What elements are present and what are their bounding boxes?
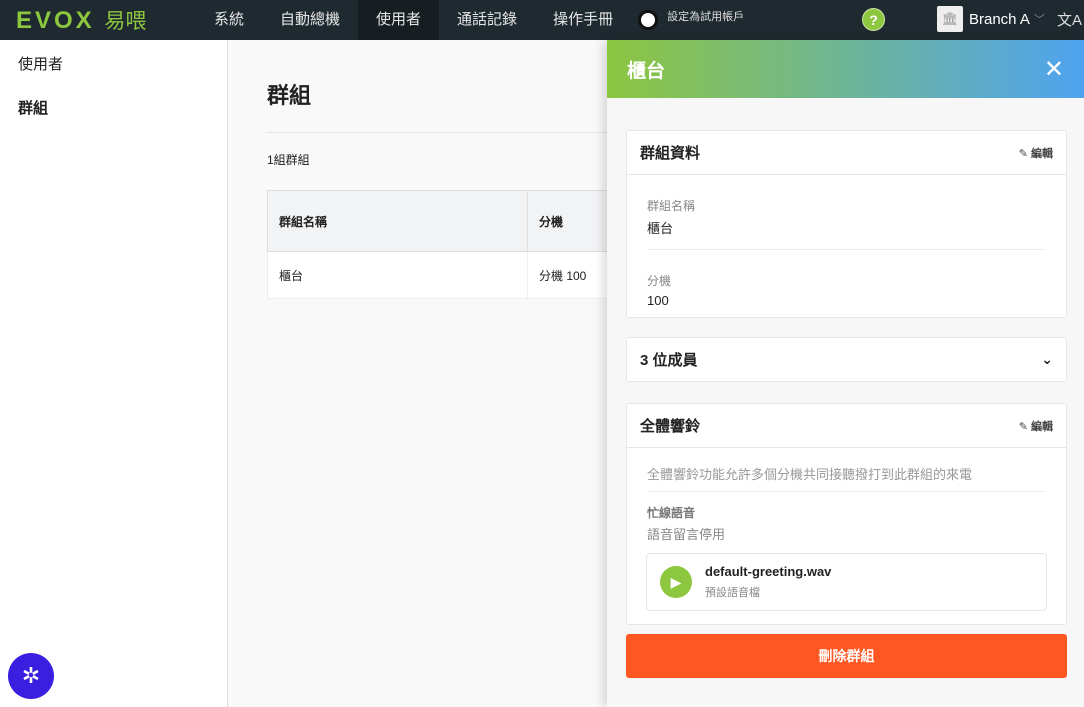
busy-label: 忙線語音: [647, 506, 696, 520]
language-icon[interactable]: 文A: [1057, 9, 1082, 30]
sidebar-item-users[interactable]: 使用者: [0, 40, 227, 84]
group-info-card: 群組資料 ✎ 編輯 群組名稱櫃台 分機 100: [626, 130, 1067, 318]
lifebuoy-icon: ✲: [21, 663, 41, 688]
play-icon[interactable]: ▶: [660, 566, 692, 598]
sidebar: 使用者 群組: [0, 40, 228, 707]
delete-group-button[interactable]: 刪除群組: [626, 634, 1067, 678]
edit-info-button[interactable]: ✎ 編輯: [1019, 145, 1053, 161]
sidebar-item-groups[interactable]: 群組: [0, 84, 227, 128]
nav-call-log[interactable]: 通話記錄: [439, 0, 535, 40]
page-title: 群組: [267, 83, 312, 108]
pencil-icon: ✎: [1018, 420, 1028, 433]
card-title: 群組資料: [640, 145, 701, 162]
card-title: 全體響鈴: [640, 418, 701, 435]
field-label: 分機: [647, 274, 672, 288]
drawer-title: 櫃台: [627, 60, 666, 82]
pencil-icon: ✎: [1018, 147, 1028, 160]
group-count: 1組群組: [267, 153, 310, 167]
members-card[interactable]: 3 位成員 ⌄: [626, 337, 1067, 382]
chevron-down-icon: ﹀: [1033, 14, 1045, 26]
close-icon[interactable]: ✕: [1044, 55, 1064, 84]
nav-users[interactable]: 使用者: [358, 0, 440, 40]
column-header[interactable]: 群組名稱: [267, 190, 528, 252]
drawer-header: 櫃台 ✕: [607, 40, 1084, 98]
trial-label: 設定為試用帳戶: [667, 11, 745, 23]
branch-name: Branch A: [969, 10, 1030, 28]
file-name: default-greeting.wav: [705, 564, 832, 579]
table-row[interactable]: 櫃台 分機 100: [267, 251, 627, 299]
busy-value: 語音留言停用: [647, 527, 726, 542]
logo[interactable]: EVOX 易喂: [16, 5, 196, 35]
ring-description: 全體響鈴功能允許多個分機共同接聽撥打到此群組的來電: [647, 448, 1046, 492]
trial-toggle[interactable]: [641, 13, 656, 27]
ring-all-card: 全體響鈴 ✎ 編輯 全體響鈴功能允許多個分機共同接聽撥打到此群組的來電 忙線語音 …: [626, 403, 1067, 625]
nav-manual[interactable]: 操作手冊: [535, 0, 631, 40]
cell: 櫃台: [267, 251, 528, 299]
members-title: 3 位成員: [640, 352, 698, 369]
edit-ring-button[interactable]: ✎ 編輯: [1019, 418, 1053, 434]
help-icon[interactable]: ?: [862, 8, 885, 31]
top-nav: EVOX 易喂 系統 自動總機 使用者 通話記錄 操作手冊 設定為試用帳戶 ? …: [0, 0, 1084, 40]
file-subtitle: 預設語音檔: [705, 587, 760, 599]
branch-selector[interactable]: 🏛 Branch A ﹀: [937, 6, 1045, 32]
groups-table: 群組名稱 分機 櫃台 分機 100: [267, 190, 627, 299]
audio-file: ▶ default-greeting.wav 預設語音檔: [646, 553, 1047, 611]
field-value: 100: [647, 293, 669, 308]
support-button[interactable]: ✲: [8, 653, 54, 699]
bank-icon: 🏛: [937, 6, 963, 32]
group-drawer: 櫃台 ✕ 群組資料 ✎ 編輯 群組名稱 櫃台 分機 100 3 位成員 ⌄ 全體響鈴 ✎ …: [607, 40, 1084, 707]
field-label: 群組名稱: [647, 199, 696, 213]
divider: [267, 132, 627, 133]
nav-ivr[interactable]: 自動總機: [262, 0, 358, 40]
chevron-down-icon[interactable]: ⌄: [1041, 351, 1053, 368]
nav-system[interactable]: 系統: [196, 0, 262, 40]
field-value: 櫃台: [647, 221, 674, 236]
